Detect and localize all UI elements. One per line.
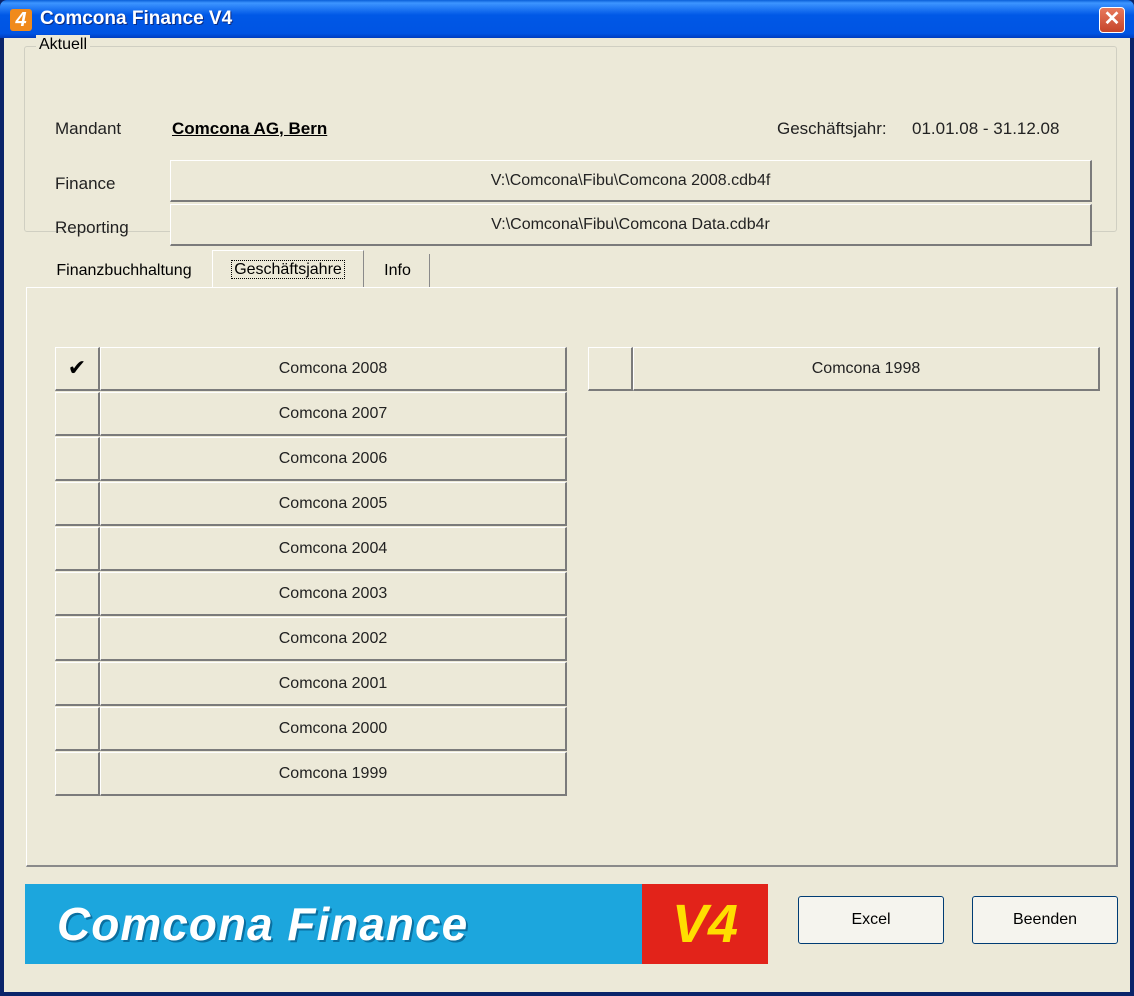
year-select-box[interactable] — [55, 752, 100, 796]
year-label: Comcona 2006 — [278, 449, 388, 467]
current-group-legend: Aktuell — [36, 35, 91, 55]
year-label: Comcona 2007 — [278, 404, 388, 422]
year-row[interactable]: Comcona 2000 — [55, 707, 567, 751]
app-window: 4 Comcona Finance V4 ✕ Aktuell Mandant C… — [0, 0, 1134, 996]
tab-info-label: Info — [384, 262, 411, 279]
year-select-box[interactable] — [55, 527, 100, 571]
year-button[interactable]: Comcona 2005 — [100, 482, 567, 526]
year-label: Comcona 2003 — [278, 584, 388, 602]
excel-button-label: Excel — [851, 911, 891, 928]
year-label: Comcona 1999 — [278, 764, 388, 782]
window-title: Comcona Finance V4 — [40, 8, 233, 29]
close-icon: ✕ — [1103, 8, 1121, 30]
tab-geschaeftsjahre-label: Geschäftsjahre — [231, 260, 345, 279]
year-select-box[interactable] — [55, 392, 100, 436]
year-label: Comcona 2000 — [278, 719, 388, 737]
year-select-box[interactable] — [55, 482, 100, 526]
year-row[interactable]: Comcona 2002 — [55, 617, 567, 661]
title-bar[interactable]: 4 Comcona Finance V4 ✕ — [0, 0, 1134, 38]
fiscal-year-range: 01.01.08 - 31.12.08 — [912, 119, 1060, 138]
year-label: Comcona 2001 — [278, 674, 388, 692]
quit-button-label: Beenden — [1012, 911, 1078, 928]
tab-finanzbuchhaltung-label: Finanzbuchhaltung — [56, 262, 192, 279]
year-row[interactable]: Comcona 1999 — [55, 752, 567, 796]
client-name: Comcona AG, Bern — [172, 119, 328, 138]
year-row[interactable]: Comcona 2005 — [55, 482, 567, 526]
year-button[interactable]: Comcona 2000 — [100, 707, 567, 751]
year-button[interactable]: Comcona 2006 — [100, 437, 567, 481]
year-label: Comcona 2008 — [278, 359, 388, 377]
year-select-box[interactable] — [55, 707, 100, 751]
fiscal-year-label: Geschäftsjahr: — [777, 119, 887, 138]
year-button[interactable]: Comcona 2008 — [100, 347, 567, 391]
year-button[interactable]: Comcona 1999 — [100, 752, 567, 796]
finance-label: Finance — [55, 174, 116, 193]
year-row[interactable]: Comcona 1998 — [588, 347, 1100, 391]
year-label: Comcona 1998 — [811, 359, 921, 377]
tab-geschaeftsjahre[interactable]: Geschäftsjahre — [212, 250, 364, 288]
year-select-box[interactable] — [55, 437, 100, 481]
tab-info[interactable]: Info — [366, 254, 430, 288]
reporting-path-button[interactable]: V:\Comcona\Fibu\Comcona Data.cdb4r — [170, 204, 1092, 246]
app-logo-icon: 4 — [10, 9, 32, 31]
year-button[interactable]: Comcona 2001 — [100, 662, 567, 706]
close-button[interactable]: ✕ — [1099, 7, 1125, 33]
client-label: Mandant — [55, 119, 122, 138]
year-label: Comcona 2004 — [278, 539, 388, 557]
year-select-box[interactable] — [55, 617, 100, 661]
year-button[interactable]: Comcona 2007 — [100, 392, 567, 436]
brand-banner: Comcona Finance V4 — [25, 884, 768, 964]
reporting-label: Reporting — [55, 218, 129, 237]
year-row[interactable]: Comcona 2006 — [55, 437, 567, 481]
year-row[interactable]: Comcona 2003 — [55, 572, 567, 616]
quit-button[interactable]: Beenden — [972, 896, 1118, 944]
year-row[interactable]: ✔ Comcona 2008 — [55, 347, 567, 391]
year-button[interactable]: Comcona 2004 — [100, 527, 567, 571]
year-select-box[interactable]: ✔ — [55, 347, 100, 391]
year-row[interactable]: Comcona 2004 — [55, 527, 567, 571]
excel-button[interactable]: Excel — [798, 896, 944, 944]
banner-version: V4 — [642, 884, 768, 964]
year-select-box[interactable] — [588, 347, 633, 391]
finance-path-button[interactable]: V:\Comcona\Fibu\Comcona 2008.cdb4f — [170, 160, 1092, 202]
year-row[interactable]: Comcona 2001 — [55, 662, 567, 706]
banner-text: Comcona Finance — [57, 898, 469, 950]
year-label: Comcona 2005 — [278, 494, 388, 512]
finance-path-text: V:\Comcona\Fibu\Comcona 2008.cdb4f — [490, 171, 771, 189]
tab-finanzbuchhaltung[interactable]: Finanzbuchhaltung — [38, 254, 210, 288]
year-select-box[interactable] — [55, 572, 100, 616]
year-button[interactable]: Comcona 2002 — [100, 617, 567, 661]
year-select-box[interactable] — [55, 662, 100, 706]
year-button[interactable]: Comcona 1998 — [633, 347, 1100, 391]
reporting-path-text: V:\Comcona\Fibu\Comcona Data.cdb4r — [491, 215, 770, 233]
year-label: Comcona 2002 — [278, 629, 388, 647]
year-button[interactable]: Comcona 2003 — [100, 572, 567, 616]
year-row[interactable]: Comcona 2007 — [55, 392, 567, 436]
